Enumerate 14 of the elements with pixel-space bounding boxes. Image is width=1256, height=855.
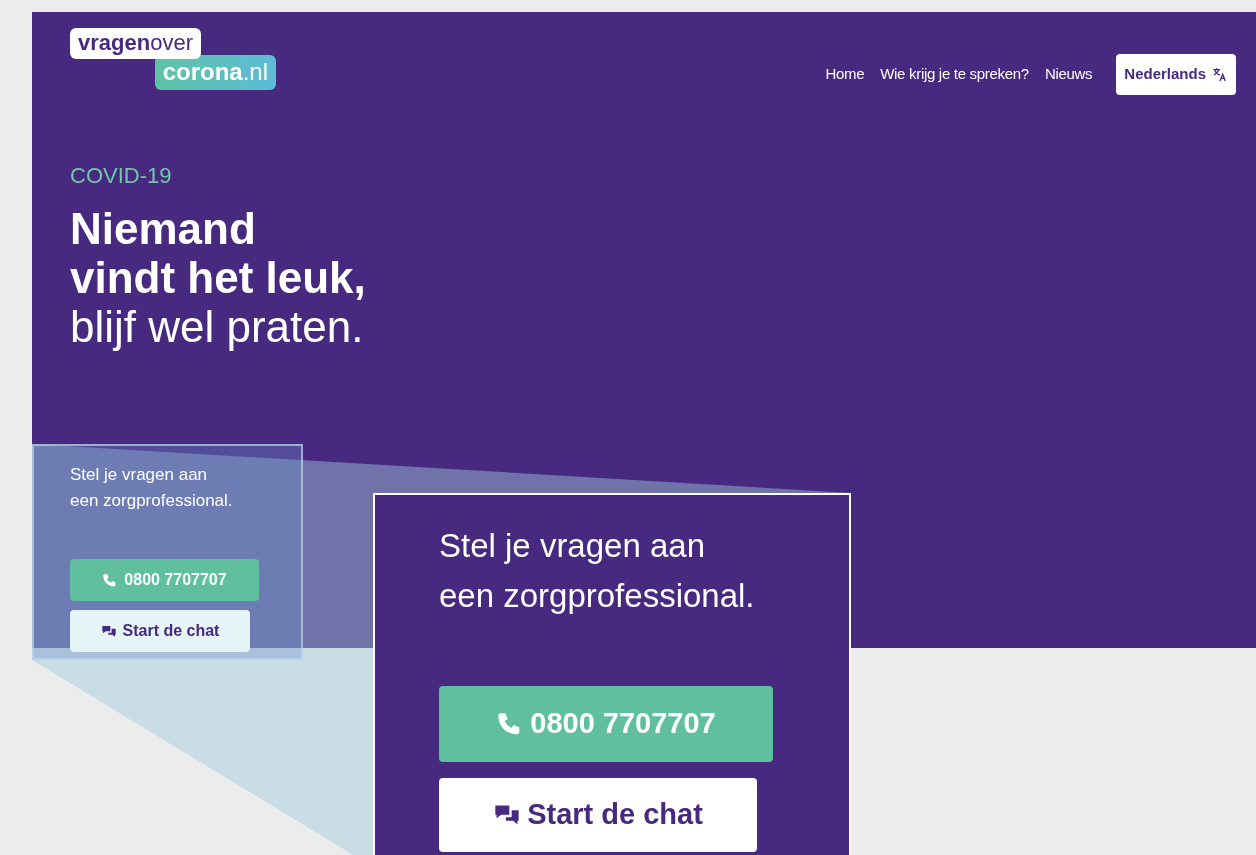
nav-link[interactable]: Nieuws: [1044, 63, 1093, 86]
headline: Niemand vindt het leuk, blijf wel praten.: [70, 203, 367, 352]
logo-text: vragenover: [70, 28, 201, 59]
nav-link[interactable]: Wie krijg je te spreken?: [880, 63, 1029, 86]
translate-icon: [1212, 66, 1228, 82]
language-button[interactable]: Nederlands: [1116, 54, 1236, 95]
chat-button[interactable]: Start de chat: [70, 610, 250, 652]
logo-text: corona.nl: [154, 55, 276, 90]
intro-text: Stel je vragen aan een zorgprofessional.: [439, 526, 756, 616]
intro-text: Stel je vragen aan een zorgprofessional.: [70, 464, 234, 512]
eyebrow-text: COVID-19: [70, 161, 173, 190]
chat-icon: [100, 623, 117, 639]
chat-button[interactable]: Start de chat: [439, 778, 757, 852]
nav-link[interactable]: Home: [825, 63, 865, 86]
